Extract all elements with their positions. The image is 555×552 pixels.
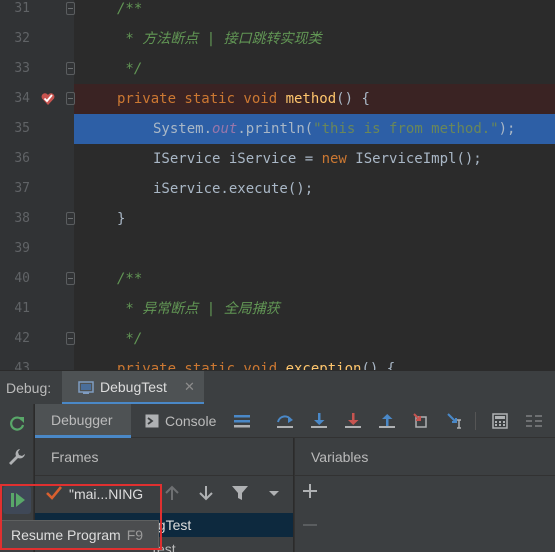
line-number: 41 [14,301,30,316]
gutter[interactable]: 31 [0,0,75,24]
tab-debugger[interactable]: Debugger [35,404,131,438]
chevron-down-icon[interactable] [265,484,283,502]
execution-line-highlight: System.out.println("this is from method.… [74,114,555,144]
step-out-icon[interactable] [378,412,396,430]
code-text: private static void method() { [117,91,370,107]
line-number: 39 [14,241,30,256]
gutter[interactable]: 33 [0,54,75,84]
gutter[interactable]: 38 [0,204,75,234]
fold-icon[interactable] [66,62,75,75]
gutter[interactable]: 39 [0,234,74,264]
arrow-down-icon[interactable] [197,484,215,502]
tab-console[interactable]: Console [143,404,235,438]
gutter[interactable]: 36 [0,144,74,174]
gutter[interactable]: 32 [0,24,74,54]
drop-frame-icon[interactable] [412,412,430,430]
code-line-37[interactable]: 37 iService.execute(); [0,174,555,204]
code-text: } [117,211,126,227]
code-line-31[interactable]: 31 /** [0,0,555,24]
fold-icon[interactable] [66,92,75,105]
code-text: IService iService = new IServiceImpl(); [153,151,482,167]
gutter[interactable]: 43 [0,354,74,370]
step-over-icon[interactable] [276,412,294,430]
console-icon [145,414,159,428]
rerun-icon[interactable] [6,412,28,434]
line-number: 33 [14,61,30,76]
frames-title: Frames [51,449,99,465]
code-text: private static void exception() { [117,361,396,370]
code-line-40[interactable]: 40 /** [0,264,555,294]
annotation-highlight-box [0,484,162,550]
variables-title: Variables [311,449,369,465]
wrench-icon[interactable] [6,446,28,468]
variables-panel-header: Variables [294,438,555,476]
code-text: */ [117,61,143,77]
code-line-32[interactable]: 32 * 方法断点 | 接口跳转实现类 [0,24,555,54]
line-number: 38 [14,211,30,226]
code-text: * 方法断点 | 接口跳转实现类 [117,31,322,47]
line-number: 35 [14,121,30,136]
fold-icon[interactable] [66,2,75,15]
remove-watch-icon[interactable] [301,516,319,534]
line-number: 34 [14,91,30,106]
trace-current-stream-icon[interactable] [525,412,543,430]
tab-debugger-label: Debugger [51,412,113,428]
code-line-36[interactable]: 36 IService iService = new IServiceImpl(… [0,144,555,174]
method-breakpoint-icon[interactable] [40,91,56,107]
code-text: */ [117,331,143,347]
code-line-35[interactable]: 35 System.out.println("this is from meth… [0,114,555,144]
line-number: 42 [14,331,30,346]
fold-icon[interactable] [66,332,75,345]
run-config-icon [78,381,94,394]
code-editor[interactable]: 31 /** 32 * 方法断点 | 接口跳转实现类 33 */ 34 priv… [0,0,555,370]
session-tab-label: DebugTest [100,379,167,395]
line-number: 36 [14,151,30,166]
variables-panel [294,476,555,552]
evaluate-expression-icon[interactable] [491,412,509,430]
debug-tool-window-header: Debug: DebugTest ✕ [0,370,555,405]
code-line-33[interactable]: 33 */ [0,54,555,84]
fold-icon[interactable] [66,272,75,285]
gutter[interactable]: 35 [0,114,74,144]
code-text: /** [117,271,143,287]
gutter[interactable]: 40 [0,264,75,294]
close-icon[interactable]: ✕ [184,371,195,403]
fold-icon[interactable] [66,212,75,225]
code-text: /** [117,1,143,17]
code-line-38[interactable]: 38 } [0,204,555,234]
filter-icon[interactable] [231,484,249,502]
code-line-39[interactable]: 39 [0,234,555,264]
line-number: 37 [14,181,30,196]
code-line-41[interactable]: 41 * 异常断点 | 全局捕获 [0,294,555,324]
frames-panel-header: Frames [35,438,293,476]
add-watch-icon[interactable] [301,482,319,500]
code-line-34[interactable]: 34 private static void method() { [0,84,555,114]
show-execution-point-icon[interactable] [233,412,251,430]
code-line-43[interactable]: 43 private static void exception() { [0,354,555,370]
code-line-42[interactable]: 42 */ [0,324,555,354]
line-number: 31 [14,1,30,16]
gutter[interactable]: 41 [0,294,74,324]
gutter[interactable]: 37 [0,174,74,204]
code-text: iService.execute(); [153,181,314,197]
step-into-icon[interactable] [310,412,328,430]
gutter[interactable]: 42 [0,324,75,354]
run-to-cursor-icon[interactable] [446,412,464,430]
line-number: 40 [14,271,30,286]
line-number: 32 [14,31,30,46]
tab-console-label: Console [165,413,217,429]
tab-debugtest-session[interactable]: DebugTest ✕ [62,371,204,405]
line-number: 43 [14,361,30,370]
gutter[interactable]: 34 [0,84,75,114]
debug-label: Debug: [6,380,52,396]
debugger-toolbar: Debugger Console [35,404,555,438]
force-step-into-icon[interactable] [344,412,362,430]
code-text: * 异常断点 | 全局捕获 [117,301,280,317]
arrow-up-icon[interactable] [163,484,181,502]
